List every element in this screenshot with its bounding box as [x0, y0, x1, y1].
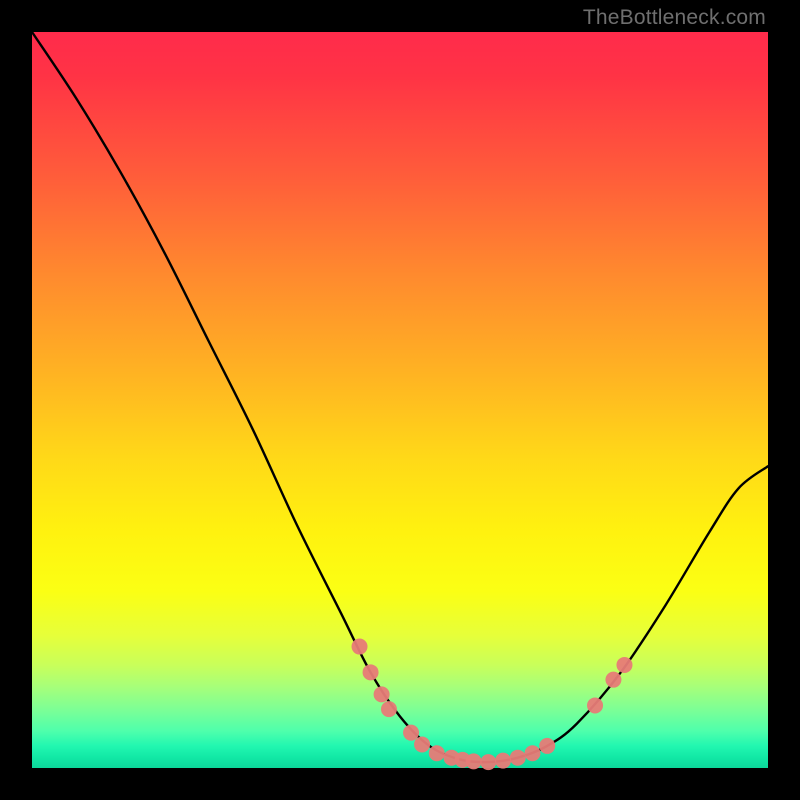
data-marker [480, 754, 496, 770]
data-marker [616, 657, 632, 673]
data-marker [539, 738, 555, 754]
data-markers [352, 639, 633, 771]
data-marker [403, 725, 419, 741]
data-marker [414, 736, 430, 752]
attribution-label: TheBottleneck.com [583, 6, 766, 30]
chart-frame: TheBottleneck.com [0, 0, 800, 800]
bottleneck-curve [32, 32, 768, 762]
data-marker [429, 745, 445, 761]
data-marker [466, 753, 482, 769]
data-marker [510, 750, 526, 766]
data-marker [352, 639, 368, 655]
data-marker [363, 664, 379, 680]
data-marker [381, 701, 397, 717]
data-marker [374, 686, 390, 702]
data-marker [495, 753, 511, 769]
data-marker [605, 672, 621, 688]
data-marker [587, 697, 603, 713]
data-marker [524, 745, 540, 761]
chart-overlay [32, 32, 768, 768]
